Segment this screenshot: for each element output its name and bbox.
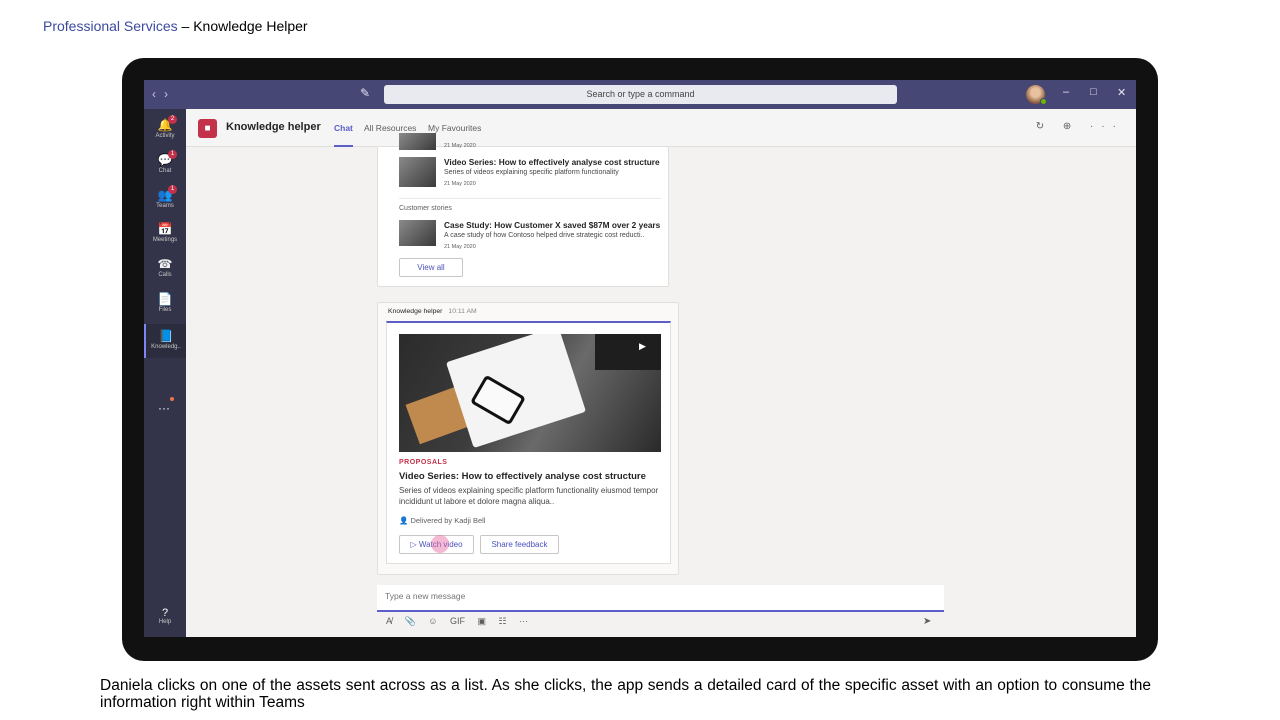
minimize-button[interactable]: – (1063, 86, 1069, 98)
slide-title-rest: – Knowledge Helper (177, 18, 308, 34)
slide-title-accent: Professional Services (43, 18, 178, 34)
rail-item-label: Knowledg.. (151, 344, 181, 350)
forward-arrow-icon[interactable]: › (164, 87, 176, 101)
sticker-icon[interactable]: ▣ (478, 616, 487, 626)
maximize-button[interactable]: □ (1090, 86, 1097, 98)
list-item[interactable]: 21 May 2020 (399, 133, 661, 153)
rail-item-label: Meetings (152, 237, 178, 243)
compose-toolbar: A̸ 📎 ☺ GIF ▣ ☷ ··· (386, 616, 538, 627)
message-time: 10:11 AM (448, 308, 477, 315)
bell-icon: 🔔 (157, 118, 173, 132)
title-bar: ‹› ✎ Search or type a command – □ ✕ (144, 80, 1136, 109)
message-input[interactable] (385, 591, 925, 601)
phone-icon: ☎ (157, 257, 173, 271)
chat-icon: 💬 (157, 153, 173, 167)
play-icon: ▶ (639, 341, 646, 351)
resource-thumbnail (399, 157, 436, 187)
list-item-desc: A case study of how Contoso helped drive… (444, 232, 645, 239)
list-item[interactable]: Video Series: How to effectively analyse… (399, 157, 661, 191)
laptop-shape (595, 334, 661, 370)
help-button[interactable]: ? Help (144, 607, 186, 625)
chat-badge: 1 (168, 150, 177, 159)
slide-title: Professional Services – Knowledge Helper (43, 18, 308, 34)
list-item-date: 21 May 2020 (444, 181, 476, 187)
click-indicator (431, 535, 449, 553)
asset-detail-card: ▶ PROPOSALS Video Series: How to effecti… (386, 321, 671, 564)
delivered-by: 👤 Delivered by Kadji Bell (399, 516, 485, 525)
delivered-by-text: Delivered by Kadji Bell (410, 516, 486, 525)
message-composer[interactable] (377, 585, 944, 612)
divider (399, 198, 661, 199)
presence-available-icon (1040, 98, 1047, 105)
share-feedback-button[interactable]: Share feedback (480, 535, 559, 554)
notification-dot (170, 397, 174, 401)
bot-message: Knowledge helper 10:11 AM ▶ PROPOSALS Vid… (377, 302, 679, 575)
message-meta: Knowledge helper 10:11 AM (388, 308, 477, 315)
rail-item-label: Teams (156, 203, 174, 209)
search-input[interactable]: Search or type a command (384, 85, 897, 104)
resource-thumbnail (399, 220, 436, 246)
help-label: Help (158, 619, 172, 625)
resource-thumbnail (399, 133, 436, 150)
message-sender: Knowledge helper (388, 308, 443, 315)
asset-title: Video Series: How to effectively analyse… (399, 471, 646, 482)
rail-item-label: Activity (155, 133, 175, 139)
more-options-icon[interactable]: ··· (519, 616, 528, 626)
rail-item-label: Chat (158, 168, 172, 174)
category-tag: PROPOSALS (399, 459, 448, 466)
rail-item-meetings[interactable]: 📅 Meetings (144, 217, 186, 251)
gif-icon[interactable]: GIF (450, 616, 465, 626)
list-item-title[interactable]: Case Study: How Customer X saved $87M ov… (444, 220, 660, 230)
emoji-icon[interactable]: ☺ (428, 616, 437, 626)
rail-item-activity[interactable]: 🔔 2 Activity (144, 113, 186, 147)
schedule-meeting-icon[interactable]: ☷ (499, 616, 507, 626)
more-icon: ··· (158, 401, 170, 415)
rail-item-label: Files (158, 307, 172, 313)
slide-caption: Daniela clicks on one of the assets sent… (100, 677, 1151, 711)
view-all-button[interactable]: View all (399, 258, 463, 277)
app-name: Knowledge helper (226, 121, 321, 133)
section-label: Customer stories (399, 205, 452, 212)
close-button[interactable]: ✕ (1117, 86, 1126, 99)
new-chat-icon[interactable]: ✎ (360, 86, 370, 100)
knowledge-app-icon: 📘 (158, 329, 174, 343)
list-item-date: 21 May 2020 (444, 244, 476, 250)
attach-icon[interactable]: 📎 (405, 616, 416, 626)
app-rail: 🔔 2 Activity 💬 1 Chat 👥 1 Teams 📅 Meetin… (144, 109, 186, 637)
list-item-title[interactable]: Video Series: How to effectively analyse… (444, 157, 660, 167)
list-item-date: 21 May 2020 (444, 143, 476, 149)
nav-arrows: ‹› (152, 87, 176, 101)
header-action-icons[interactable]: ↻ ⊕ ··· (1036, 121, 1124, 132)
file-icon: 📄 (157, 292, 173, 306)
calendar-icon: 📅 (157, 222, 173, 236)
tab-my-favourites[interactable]: My Favourites (428, 123, 481, 133)
back-arrow-icon[interactable]: ‹ (152, 87, 164, 101)
rail-item-teams[interactable]: 👥 1 Teams (144, 183, 186, 217)
rail-item-calls[interactable]: ☎ Calls (144, 252, 186, 286)
tab-chat[interactable]: Chat (334, 123, 353, 147)
app-header: ■ Knowledge helper Chat All Resources My… (186, 109, 1136, 147)
send-icon[interactable]: ➤ (923, 616, 931, 627)
asset-description: Series of videos explaining specific pla… (399, 486, 659, 506)
activity-badge: 2 (168, 115, 177, 124)
avatar[interactable] (1026, 85, 1047, 105)
video-thumbnail[interactable]: ▶ (399, 334, 661, 452)
resource-list-card: 21 May 2020 Video Series: How to effecti… (377, 133, 669, 287)
person-icon: 👤 (399, 516, 409, 525)
list-item[interactable]: Case Study: How Customer X saved $87M ov… (399, 220, 661, 250)
format-icon[interactable]: A̸ (386, 616, 392, 626)
knowledge-helper-app-icon: ■ (198, 119, 217, 138)
rail-item-knowledge[interactable]: 📘 Knowledg.. (144, 324, 186, 358)
rail-item-files[interactable]: 📄 Files (144, 287, 186, 321)
help-icon: ? (161, 607, 169, 619)
teams-icon: 👥 (157, 188, 173, 202)
more-apps-button[interactable]: ··· (158, 397, 174, 415)
rail-item-chat[interactable]: 💬 1 Chat (144, 148, 186, 182)
list-item-desc: Series of videos explaining specific pla… (444, 169, 619, 176)
rail-item-label: Calls (158, 272, 172, 278)
teams-window: ‹› ✎ Search or type a command – □ ✕ 🔔 2 … (144, 80, 1136, 637)
tab-all-resources[interactable]: All Resources (364, 123, 416, 133)
teams-badge: 1 (168, 185, 177, 194)
